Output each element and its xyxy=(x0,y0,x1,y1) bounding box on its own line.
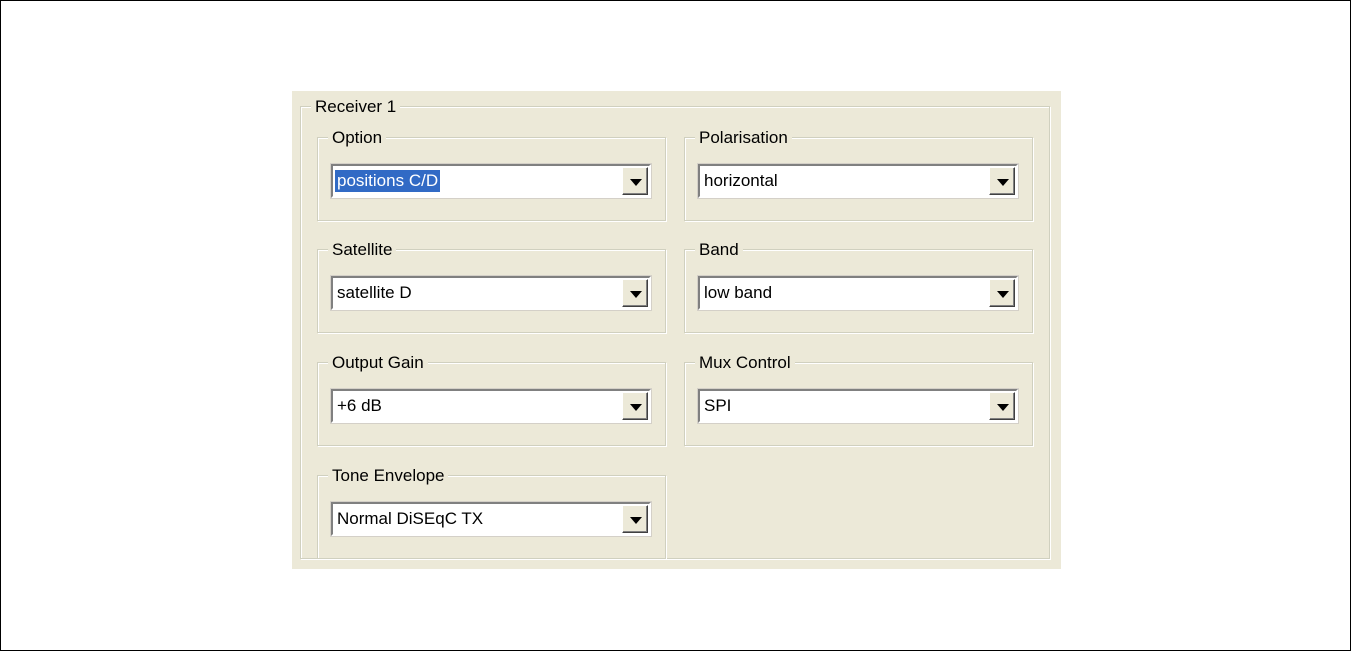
tone-envelope-label: Tone Envelope xyxy=(328,466,449,486)
option-dropdown-button[interactable] xyxy=(622,167,648,195)
mux-control-label: Mux Control xyxy=(695,353,795,373)
option-dropdown[interactable]: positions C/D xyxy=(330,163,652,199)
mux-control-dropdown[interactable]: SPI xyxy=(697,388,1019,424)
chevron-down-icon xyxy=(997,404,1009,411)
polarisation-group: Polarisation horizontal xyxy=(684,128,1033,221)
mux-control-value: SPI xyxy=(704,396,732,415)
band-dropdown-button[interactable] xyxy=(989,279,1015,307)
chevron-down-icon xyxy=(630,517,642,524)
receiver-panel: Receiver 1 Option positions C/D Polarisa… xyxy=(292,91,1061,569)
output-gain-dropdown[interactable]: +6 dB xyxy=(330,388,652,424)
tone-envelope-dropdown[interactable]: Normal DiSEqC TX xyxy=(330,501,652,537)
output-gain-value: +6 dB xyxy=(337,396,382,415)
tone-envelope-group: Tone Envelope Normal DiSEqC TX xyxy=(317,466,666,559)
output-gain-group: Output Gain +6 dB xyxy=(317,353,666,446)
chevron-down-icon xyxy=(630,404,642,411)
band-dropdown[interactable]: low band xyxy=(697,275,1019,311)
polarisation-label: Polarisation xyxy=(695,128,792,148)
polarisation-dropdown[interactable]: horizontal xyxy=(697,163,1019,199)
satellite-label: Satellite xyxy=(328,240,397,260)
satellite-group: Satellite satellite D xyxy=(317,240,666,333)
polarisation-dropdown-button[interactable] xyxy=(989,167,1015,195)
option-value: positions C/D xyxy=(335,170,441,192)
chevron-down-icon xyxy=(630,291,642,298)
receiver-group-title: Receiver 1 xyxy=(311,97,401,117)
mux-control-dropdown-button[interactable] xyxy=(989,392,1015,420)
satellite-dropdown-button[interactable] xyxy=(622,279,648,307)
chevron-down-icon xyxy=(630,179,642,186)
output-gain-dropdown-button[interactable] xyxy=(622,392,648,420)
tone-envelope-value: Normal DiSEqC TX xyxy=(337,509,484,528)
output-gain-label: Output Gain xyxy=(328,353,428,373)
satellite-value: satellite D xyxy=(337,283,412,302)
polarisation-value: horizontal xyxy=(704,171,778,190)
band-group: Band low band xyxy=(684,240,1033,333)
chevron-down-icon xyxy=(997,291,1009,298)
band-label: Band xyxy=(695,240,743,260)
chevron-down-icon xyxy=(997,179,1009,186)
band-value: low band xyxy=(704,283,773,302)
option-label: Option xyxy=(328,128,387,148)
satellite-dropdown[interactable]: satellite D xyxy=(330,275,652,311)
option-group: Option positions C/D xyxy=(317,128,666,221)
tone-envelope-dropdown-button[interactable] xyxy=(622,505,648,533)
mux-control-group: Mux Control SPI xyxy=(684,353,1033,446)
